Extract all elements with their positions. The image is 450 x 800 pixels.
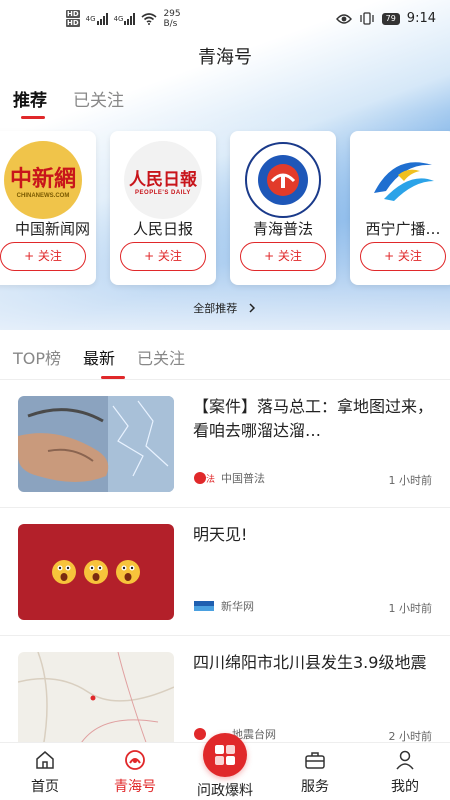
wifi-icon [141, 13, 157, 25]
qinghai-hao-icon [125, 750, 145, 770]
network-speed: 295 B/s [163, 9, 181, 29]
account-name: 中国新闻网 [14, 220, 90, 238]
briefcase-icon [305, 752, 325, 769]
report-button[interactable] [203, 733, 247, 777]
signal-icon-2 [124, 13, 136, 25]
chevron-right-icon [249, 303, 255, 313]
news-source: 新华网 [193, 598, 254, 614]
nav-qinghai-hao[interactable]: 青海号 [90, 743, 180, 800]
peoples-daily-logo: 人民日報 PEOPLE'S DAILY [124, 141, 202, 219]
nav-label: 我的 [391, 779, 419, 795]
home-icon [36, 751, 54, 769]
qinghai-pufa-logo [244, 141, 322, 219]
active-tab-indicator [21, 116, 45, 119]
eye-icon [335, 13, 352, 24]
grid-icon [215, 745, 235, 765]
account-card[interactable]: 人民日報 PEOPLE'S DAILY 人民日报 + 关注 [110, 131, 216, 285]
source-name: 中国普法 [221, 472, 265, 485]
nav-label: 服务 [301, 779, 329, 795]
user-icon [396, 750, 414, 770]
news-title: 【案件】落马总工：拿地图过来，看咱去哪溜达溜… [193, 397, 433, 440]
recommend-carousel[interactable]: 中新網 CHINANEWS.COM 中国新闻网 + 关注 人民日報 PEOPLE… [0, 131, 450, 286]
clock: 9:14 [406, 11, 436, 26]
source-logo-icon: 法 [194, 472, 215, 485]
signal-icon [96, 13, 108, 25]
news-source: 法 中国普法 [193, 470, 265, 486]
news-item[interactable]: 明天见! 新华网 1 小时前 [0, 508, 450, 636]
nav-label: 首页 [31, 779, 59, 795]
nav-mine[interactable]: 我的 [360, 743, 450, 800]
news-time: 1 小时前 [388, 602, 433, 615]
nav-label: 问政爆料 [197, 783, 253, 799]
account-card[interactable]: 西宁广播… + 关注 [350, 131, 450, 285]
vibrate-icon [359, 12, 374, 25]
source-logo-icon [194, 601, 214, 611]
bottom-navigation: 首页 青海号 问政爆料 服务 我的 [0, 733, 450, 800]
xining-radio-logo [364, 141, 442, 219]
network-type-2: 4G [113, 15, 124, 23]
nav-service[interactable]: 服务 [270, 743, 360, 800]
status-bar: HD HD 4G 4G 295 B/s 79 9:14 [0, 0, 450, 40]
nav-home[interactable]: 首页 [0, 743, 90, 800]
page-title: 青海号 [198, 47, 252, 68]
account-card[interactable]: 中新網 CHINANEWS.COM 中国新闻网 + 关注 [0, 131, 96, 285]
all-recommend-label: 全部推荐 [193, 302, 238, 315]
network-type: 4G [85, 15, 96, 23]
account-card[interactable]: 青海普法 + 关注 [230, 131, 336, 285]
source-name: 新华网 [221, 600, 254, 613]
nav-label: 青海号 [114, 779, 156, 795]
chinanews-logo: 中新網 CHINANEWS.COM [4, 141, 82, 219]
tab-recommend[interactable]: 推荐 [13, 86, 47, 111]
account-name: 青海普法 [252, 220, 313, 238]
news-time: 1 小时前 [388, 474, 433, 487]
svg-text:法: 法 [206, 473, 215, 485]
hd-icon: HD HD [66, 10, 80, 27]
follow-button[interactable]: + 关注 [240, 242, 326, 271]
news-title: 四川绵阳市北川县发生3.9级地震 [193, 653, 427, 672]
account-name: 西宁广播… [365, 220, 441, 238]
nav-report[interactable]: 问政爆料 [180, 733, 270, 800]
follow-button[interactable]: + 关注 [120, 242, 206, 271]
news-item[interactable]: 【案件】落马总工：拿地图过来，看咱去哪溜达溜… 法 中国普法 1 小时前 [0, 380, 450, 508]
tab-followed[interactable]: 已关注 [73, 86, 124, 111]
feed-tabs: TOP榜 最新 已关注 [13, 345, 185, 369]
top-tabs: 推荐 已关注 [13, 86, 124, 111]
follow-button[interactable]: + 关注 [360, 242, 446, 271]
battery-icon: 79 [381, 12, 400, 25]
all-recommend-link[interactable]: 全部推荐 [0, 300, 450, 316]
news-thumbnail-emoji [18, 524, 174, 620]
tab-top-list[interactable]: TOP榜 [13, 345, 61, 369]
tab-latest[interactable]: 最新 [83, 345, 115, 369]
follow-button[interactable]: + 关注 [0, 242, 86, 271]
news-title: 明天见! [193, 525, 248, 544]
news-thumbnail-map [18, 652, 174, 748]
tab-following[interactable]: 已关注 [137, 345, 185, 369]
account-name: 人民日报 [132, 220, 193, 238]
news-thumbnail-hands [18, 396, 174, 492]
